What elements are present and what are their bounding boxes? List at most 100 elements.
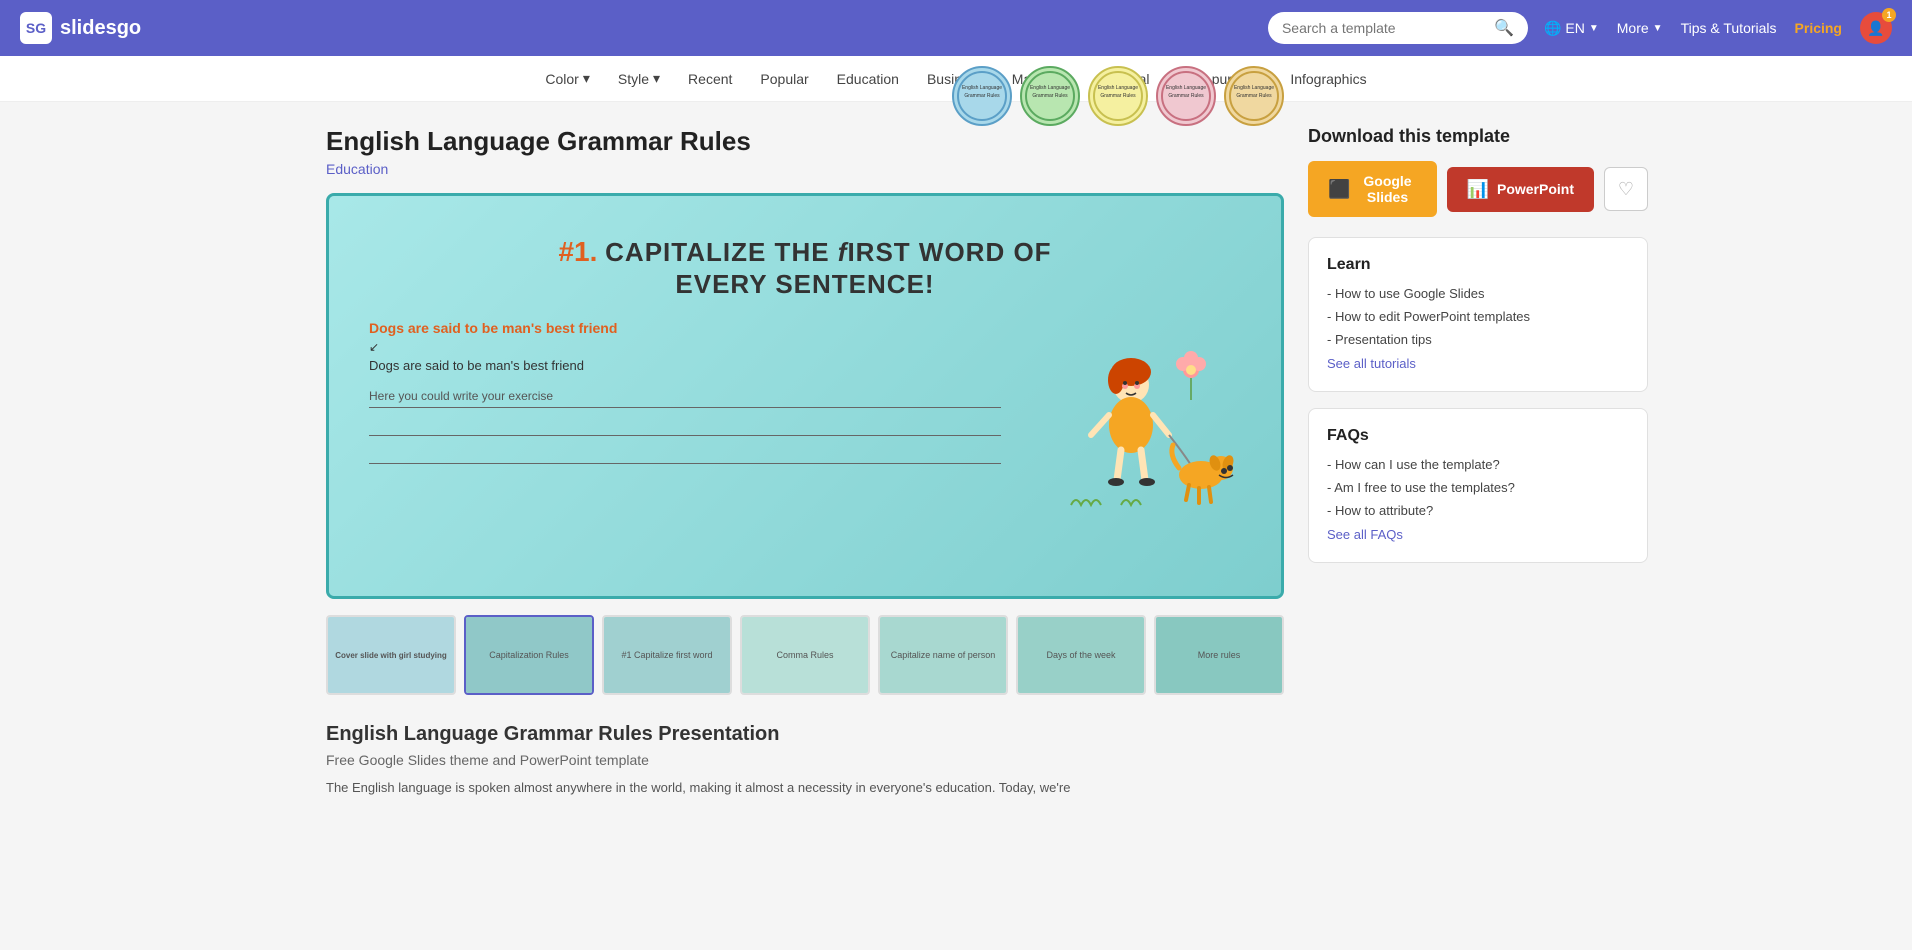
variant-pink[interactable]: English Language Grammar Rules: [1156, 66, 1216, 126]
tips-label: Tips & Tutorials: [1681, 20, 1777, 36]
slide-arrow: ↙: [369, 340, 1001, 354]
favorite-button[interactable]: ♡: [1604, 167, 1648, 211]
slide-content: #1. Capitalize the first word ofevery se…: [329, 196, 1281, 596]
pricing-link[interactable]: Pricing: [1795, 20, 1842, 36]
more-label: More: [1617, 20, 1649, 36]
svg-text:Grammar Rules: Grammar Rules: [1100, 93, 1136, 99]
nav-infographics[interactable]: Infographics: [1290, 71, 1366, 87]
color-variants: English Language Grammar Rules English La…: [952, 66, 1284, 126]
strip-thumb-4[interactable]: Comma Rules: [740, 615, 870, 695]
see-all-tutorials-link[interactable]: See all tutorials: [1327, 356, 1416, 371]
search-icon: 🔍: [1494, 18, 1514, 38]
logo[interactable]: SG slidesgo: [20, 12, 141, 44]
powerpoint-icon: 📊: [1467, 179, 1489, 200]
faq-link-1[interactable]: - How can I use the template?: [1327, 457, 1629, 472]
faq-link-2[interactable]: - Am I free to use the templates?: [1327, 480, 1629, 495]
strip-thumb-1[interactable]: Cover slide with girl studying: [326, 615, 456, 695]
slide-text-area: Dogs are said to be man's best friend ↙ …: [369, 320, 1001, 472]
download-title: Download this template: [1308, 126, 1648, 147]
strip-thumb-3[interactable]: #1 Capitalize first word: [602, 615, 732, 695]
strip-thumb-2[interactable]: Capitalization Rules: [464, 615, 594, 695]
variant-blue[interactable]: English Language Grammar Rules: [952, 66, 1012, 126]
svg-text:English Language: English Language: [1030, 85, 1070, 91]
tips-tutorials-link[interactable]: Tips & Tutorials: [1681, 20, 1777, 36]
pricing-label: Pricing: [1795, 20, 1842, 36]
nav-recent[interactable]: Recent: [688, 71, 732, 87]
description-body: The English language is spoken almost an…: [326, 778, 1284, 799]
nav-education-label: Education: [837, 71, 899, 87]
template-category[interactable]: Education: [326, 161, 751, 177]
powerpoint-button[interactable]: 📊 PowerPoint: [1447, 167, 1594, 212]
nav-infographics-label: Infographics: [1290, 71, 1366, 87]
strip-thumb-5-label: Capitalize name of person: [880, 617, 1006, 693]
strip-thumb-6[interactable]: Days of the week: [1016, 615, 1146, 695]
slide-thumbnail-strip: Cover slide with girl studying Capitaliz…: [326, 611, 1284, 699]
main-content: English Language Grammar Rules Education…: [306, 102, 1606, 823]
slide-number: #1.: [558, 236, 597, 267]
logo-text: slidesgo: [60, 17, 141, 40]
chevron-down-icon: ▼: [1653, 23, 1663, 34]
strip-thumb-5[interactable]: Capitalize name of person: [878, 615, 1008, 695]
strip-thumb-7[interactable]: More rules: [1154, 615, 1284, 695]
slide-exercise-empty-1: [369, 416, 1001, 436]
search-input[interactable]: [1282, 20, 1486, 36]
strip-thumb-3-label: #1 Capitalize first word: [604, 617, 730, 693]
learn-link-1[interactable]: - How to use Google Slides: [1327, 286, 1629, 301]
template-title: English Language Grammar Rules: [326, 126, 751, 157]
slide-exercise-empty-2: [369, 444, 1001, 464]
nav-recent-label: Recent: [688, 71, 732, 87]
svg-text:Grammar Rules: Grammar Rules: [1168, 93, 1204, 99]
description-subtitle: Free Google Slides theme and PowerPoint …: [326, 752, 1284, 768]
learn-card: Learn - How to use Google Slides - How t…: [1308, 237, 1648, 392]
right-column: Download this template ⬛ Google Slides 📊…: [1308, 126, 1648, 799]
chevron-down-icon: ▾: [653, 70, 660, 87]
see-all-faqs-link[interactable]: See all FAQs: [1327, 527, 1403, 542]
girl-dog-illustration: [1021, 320, 1241, 520]
notification-badge: 1: [1882, 8, 1896, 22]
strip-thumb-4-label: Comma Rules: [742, 617, 868, 693]
slide-body: Dogs are said to be man's best friend ↙ …: [369, 320, 1241, 520]
header: SG slidesgo 🔍 🌐 EN ▼ More ▼ Tips & Tutor…: [0, 0, 1912, 56]
nav-style[interactable]: Style ▾: [618, 70, 660, 87]
more-button[interactable]: More ▼: [1617, 20, 1663, 36]
learn-link-2[interactable]: - How to edit PowerPoint templates: [1327, 309, 1629, 324]
nav-style-label: Style: [618, 71, 649, 87]
download-buttons: ⬛ Google Slides 📊 PowerPoint ♡: [1308, 161, 1648, 217]
google-slides-button[interactable]: ⬛ Google Slides: [1308, 161, 1437, 217]
svg-text:Grammar Rules: Grammar Rules: [1236, 93, 1272, 99]
slide-heading: Capitalize the first word ofevery senten…: [605, 237, 1051, 299]
learn-title: Learn: [1327, 256, 1629, 274]
heart-icon: ♡: [1618, 179, 1634, 200]
svg-text:English Language: English Language: [1166, 85, 1206, 91]
variant-yellow[interactable]: English Language Grammar Rules: [1088, 66, 1148, 126]
svg-text:Grammar Rules: Grammar Rules: [964, 93, 1000, 99]
strip-thumb-7-label: More rules: [1156, 617, 1282, 693]
avatar-icon: 👤: [1867, 20, 1884, 37]
faq-link-3[interactable]: - How to attribute?: [1327, 503, 1629, 518]
left-column: English Language Grammar Rules Education…: [326, 126, 1284, 799]
slide-title: #1. Capitalize the first word ofevery se…: [369, 236, 1241, 300]
nav-education[interactable]: Education: [837, 71, 899, 87]
slide-wrong-example: Dogs are said to be man's best friend: [369, 320, 1001, 336]
slide-correct-example: Dogs are said to be man's best friend: [369, 358, 1001, 373]
faqs-card: FAQs - How can I use the template? - Am …: [1308, 408, 1648, 563]
chevron-down-icon: ▼: [1589, 23, 1599, 34]
logo-icon: SG: [20, 12, 52, 44]
strip-thumb-2-label: Capitalization Rules: [466, 617, 592, 693]
variant-green[interactable]: English LanguageGrammar Rules: [1020, 66, 1080, 126]
nav-popular[interactable]: Popular: [760, 71, 808, 87]
svg-text:English Language: English Language: [1098, 85, 1138, 91]
slide-exercise-line: Here you could write your exercise: [369, 389, 1001, 408]
faqs-title: FAQs: [1327, 427, 1629, 445]
svg-text:English Language: English Language: [962, 85, 1002, 91]
google-slides-label: Google Slides: [1358, 173, 1416, 205]
variant-orange[interactable]: English LanguageGrammar Rules: [1224, 66, 1284, 126]
header-nav: 🌐 EN ▼ More ▼ Tips & Tutorials Pricing 👤…: [1544, 12, 1892, 44]
nav-color[interactable]: Color ▾: [545, 70, 590, 87]
language-selector[interactable]: 🌐 EN ▼: [1544, 20, 1599, 37]
user-avatar[interactable]: 👤 1: [1860, 12, 1892, 44]
main-slide-preview[interactable]: #1. Capitalize the first word ofevery se…: [326, 193, 1284, 599]
nav-color-label: Color: [545, 71, 578, 87]
chevron-down-icon: ▾: [583, 70, 590, 87]
learn-link-3[interactable]: - Presentation tips: [1327, 332, 1629, 347]
